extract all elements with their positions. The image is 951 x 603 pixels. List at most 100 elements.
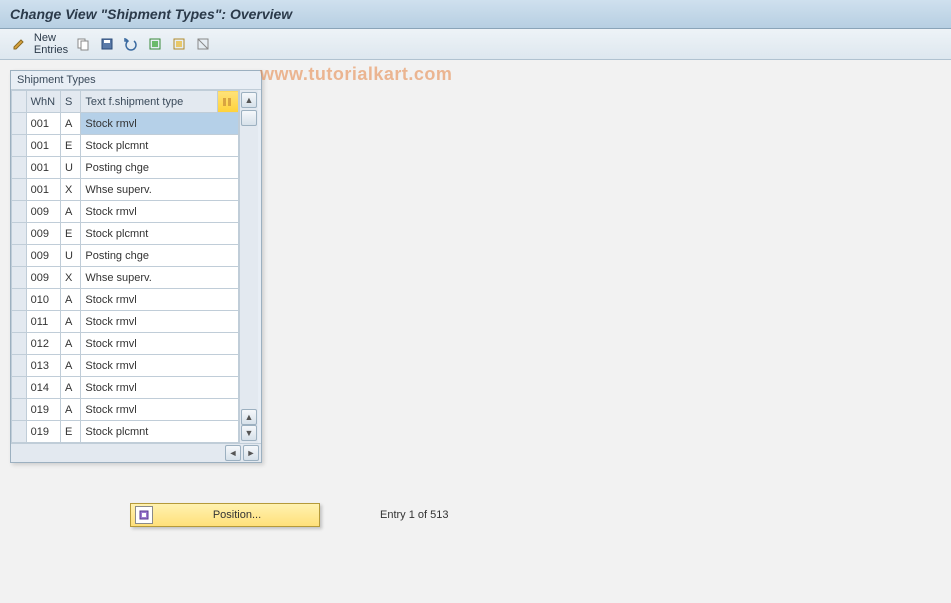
cell-whn[interactable]: 011	[26, 311, 60, 333]
scroll-up2-icon[interactable]: ▲	[241, 409, 257, 425]
cell-s[interactable]: U	[60, 245, 80, 267]
horizontal-scrollbar[interactable]: ◄ ►	[11, 443, 261, 462]
table-row[interactable]: 001UPosting chge	[12, 157, 239, 179]
cell-text[interactable]: Stock plcmnt	[81, 223, 239, 245]
row-selector[interactable]	[12, 179, 27, 201]
row-selector[interactable]	[12, 399, 27, 421]
cell-s[interactable]: A	[60, 289, 80, 311]
select-block-icon[interactable]	[168, 33, 190, 55]
cell-whn[interactable]: 001	[26, 113, 60, 135]
cell-s[interactable]: E	[60, 135, 80, 157]
row-selector[interactable]	[12, 377, 27, 399]
col-s[interactable]: S	[60, 91, 80, 113]
scroll-thumb[interactable]	[241, 110, 257, 126]
cell-text[interactable]: Stock plcmnt	[81, 135, 239, 157]
position-label: Position...	[159, 509, 315, 521]
row-selector[interactable]	[12, 201, 27, 223]
table-row[interactable]: 019EStock plcmnt	[12, 421, 239, 443]
cell-text[interactable]: Whse superv.	[81, 179, 239, 201]
row-selector[interactable]	[12, 267, 27, 289]
cell-s[interactable]: A	[60, 113, 80, 135]
row-selector[interactable]	[12, 355, 27, 377]
col-select[interactable]	[12, 91, 27, 113]
cell-s[interactable]: X	[60, 179, 80, 201]
cell-whn[interactable]: 001	[26, 135, 60, 157]
table-row[interactable]: 014AStock rmvl	[12, 377, 239, 399]
undo-icon[interactable]	[120, 33, 142, 55]
cell-whn[interactable]: 009	[26, 245, 60, 267]
cell-whn[interactable]: 001	[26, 179, 60, 201]
cell-whn[interactable]: 012	[26, 333, 60, 355]
row-selector[interactable]	[12, 245, 27, 267]
table-row[interactable]: 001AStock rmvl	[12, 113, 239, 135]
scroll-left-icon[interactable]: ◄	[225, 445, 241, 461]
cell-text[interactable]: Stock rmvl	[81, 355, 239, 377]
table-row[interactable]: 009EStock plcmnt	[12, 223, 239, 245]
cell-whn[interactable]: 001	[26, 157, 60, 179]
configure-columns-icon[interactable]	[217, 91, 238, 113]
cell-whn[interactable]: 009	[26, 267, 60, 289]
cell-whn[interactable]: 009	[26, 223, 60, 245]
table-row[interactable]: 011AStock rmvl	[12, 311, 239, 333]
copy-icon[interactable]	[72, 33, 94, 55]
cell-s[interactable]: A	[60, 399, 80, 421]
row-selector[interactable]	[12, 311, 27, 333]
row-selector[interactable]	[12, 333, 27, 355]
save-icon[interactable]	[96, 33, 118, 55]
table-row[interactable]: 009XWhse superv.	[12, 267, 239, 289]
table-row[interactable]: 013AStock rmvl	[12, 355, 239, 377]
edit-icon[interactable]	[8, 33, 30, 55]
cell-s[interactable]: A	[60, 355, 80, 377]
cell-text[interactable]: Stock plcmnt	[81, 421, 239, 443]
cell-text[interactable]: Stock rmvl	[81, 201, 239, 223]
cell-s[interactable]: A	[60, 201, 80, 223]
scroll-right-icon[interactable]: ►	[243, 445, 259, 461]
scroll-up-icon[interactable]: ▲	[241, 92, 257, 108]
table-row[interactable]: 010AStock rmvl	[12, 289, 239, 311]
cell-text[interactable]: Stock rmvl	[81, 399, 239, 421]
cell-whn[interactable]: 019	[26, 421, 60, 443]
table-row[interactable]: 012AStock rmvl	[12, 333, 239, 355]
cell-s[interactable]: X	[60, 267, 80, 289]
row-selector[interactable]	[12, 135, 27, 157]
col-text[interactable]: Text f.shipment type	[81, 91, 217, 113]
cell-s[interactable]: A	[60, 333, 80, 355]
vertical-scrollbar[interactable]: ▲ ▲ ▼	[239, 90, 258, 443]
scroll-down-icon[interactable]: ▼	[241, 425, 257, 441]
table-row[interactable]: 009AStock rmvl	[12, 201, 239, 223]
table-row[interactable]: 001XWhse superv.	[12, 179, 239, 201]
cell-s[interactable]: A	[60, 377, 80, 399]
cell-text[interactable]: Stock rmvl	[81, 113, 239, 135]
cell-whn[interactable]: 013	[26, 355, 60, 377]
cell-whn[interactable]: 009	[26, 201, 60, 223]
cell-text[interactable]: Stock rmvl	[81, 289, 239, 311]
page-title: Change View "Shipment Types": Overview	[10, 6, 292, 22]
deselect-all-icon[interactable]	[192, 33, 214, 55]
row-selector[interactable]	[12, 421, 27, 443]
cell-text[interactable]: Stock rmvl	[81, 311, 239, 333]
col-whn[interactable]: WhN	[26, 91, 60, 113]
cell-text[interactable]: Posting chge	[81, 245, 239, 267]
cell-text[interactable]: Posting chge	[81, 157, 239, 179]
row-selector[interactable]	[12, 223, 27, 245]
cell-whn[interactable]: 019	[26, 399, 60, 421]
cell-s[interactable]: U	[60, 157, 80, 179]
new-entries-button[interactable]: New Entries	[32, 31, 70, 57]
select-all-icon[interactable]	[144, 33, 166, 55]
position-button[interactable]: Position...	[130, 503, 320, 527]
cell-s[interactable]: A	[60, 311, 80, 333]
table-row[interactable]: 009UPosting chge	[12, 245, 239, 267]
cell-text[interactable]: Whse superv.	[81, 267, 239, 289]
cell-s[interactable]: E	[60, 421, 80, 443]
cell-s[interactable]: E	[60, 223, 80, 245]
row-selector[interactable]	[12, 289, 27, 311]
cell-text[interactable]: Stock rmvl	[81, 333, 239, 355]
cell-text[interactable]: Stock rmvl	[81, 377, 239, 399]
table-row[interactable]: 019AStock rmvl	[12, 399, 239, 421]
row-selector[interactable]	[12, 157, 27, 179]
row-selector[interactable]	[12, 113, 27, 135]
cell-whn[interactable]: 014	[26, 377, 60, 399]
table-row[interactable]: 001EStock plcmnt	[12, 135, 239, 157]
cell-whn[interactable]: 010	[26, 289, 60, 311]
shipment-types-table[interactable]: WhN S Text f.shipment type 001AStock rmv…	[11, 90, 239, 443]
